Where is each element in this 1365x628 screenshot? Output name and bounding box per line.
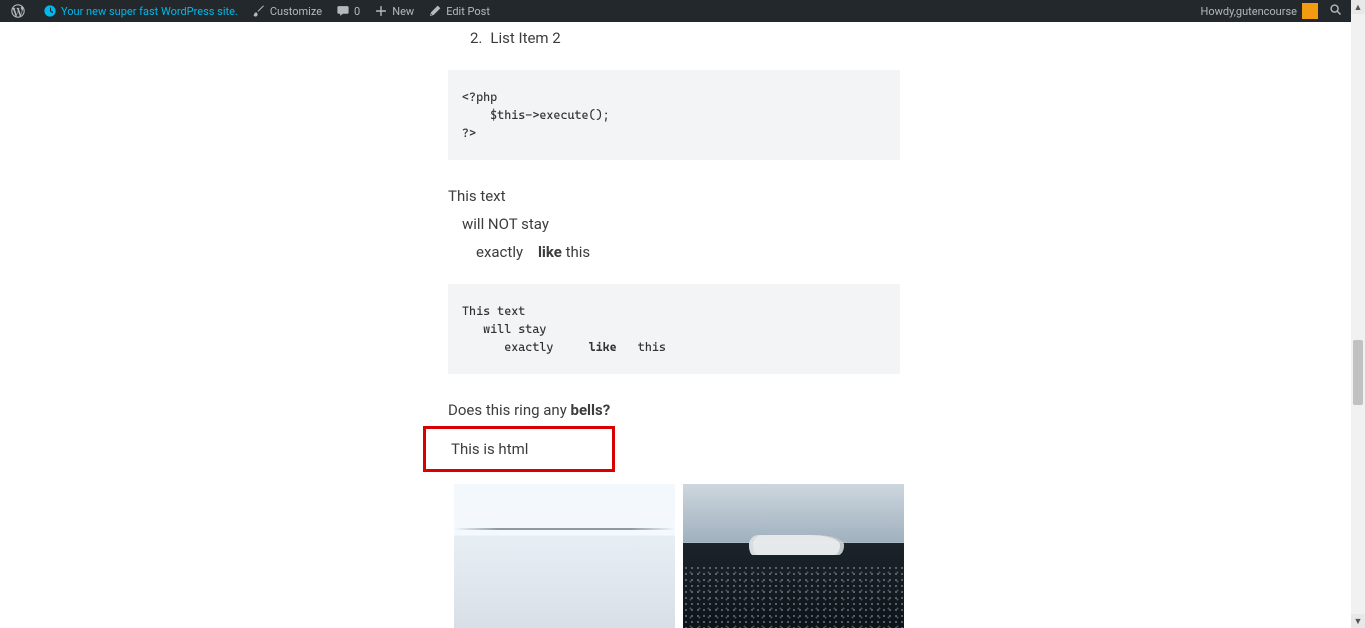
wp-logo-menu[interactable] (4, 0, 36, 22)
comments-count: 0 (354, 5, 360, 18)
paintbrush-icon (252, 4, 266, 18)
does-ring-paragraph: Does this ring any bells? (448, 398, 1351, 422)
edit-post-label: Edit Post (446, 5, 490, 18)
html-block-text: This is html (451, 437, 606, 461)
code-line-bold: like (589, 340, 617, 354)
p-line-3b-bold: like (538, 243, 562, 261)
dashboard-icon (43, 4, 57, 18)
pencil-icon (428, 4, 442, 18)
scrollbar-thumb[interactable] (1353, 340, 1363, 405)
code-line: This text (462, 304, 525, 318)
gallery-image-plane-wreck[interactable] (683, 484, 904, 628)
post-content: 2. List Item 2 <?php $this->execute(); ?… (0, 22, 1351, 628)
code-block-php: <?php $this->execute(); ?> (448, 70, 900, 160)
page-scrollbar[interactable]: ▲ ▼ (1351, 0, 1365, 628)
new-content-link[interactable]: New (367, 0, 421, 22)
wordpress-logo-icon (11, 4, 25, 18)
gravel-texture (683, 565, 904, 628)
list-item-number: 2. (470, 26, 482, 50)
code-line: exactly (462, 340, 589, 354)
site-name-link[interactable]: Your new super fast WordPress site. (36, 0, 245, 22)
ring-text-b-bold: bells? (571, 401, 611, 419)
admin-bar-left: Your new super fast WordPress site. Cust… (4, 0, 1194, 22)
site-name-text: Your new super fast WordPress site. (61, 5, 238, 18)
code-line: <?php (462, 90, 497, 104)
search-button[interactable] (1325, 0, 1347, 22)
account-link[interactable]: Howdy, gutencourse (1194, 0, 1325, 22)
ring-text-a: Does this ring any (448, 401, 571, 419)
customize-label: Customize (270, 5, 322, 18)
edit-post-link[interactable]: Edit Post (421, 0, 497, 22)
avatar (1302, 3, 1318, 19)
p-line-3a: exactly (476, 243, 523, 261)
code-line: ?> (462, 126, 476, 140)
paragraph-wrapping-demo: This text will NOT stay exactly like thi… (448, 184, 1351, 264)
code-line: $this->execute(); (462, 108, 610, 122)
p-line-2: will NOT stay (462, 212, 1351, 236)
list-item-label: List Item 2 (490, 26, 560, 50)
html-block-highlighted: This is html (423, 426, 615, 472)
scroll-down-arrow-icon[interactable]: ▼ (1351, 614, 1365, 628)
wp-admin-bar: Your new super fast WordPress site. Cust… (0, 0, 1351, 22)
admin-bar-right: Howdy, gutencourse (1194, 0, 1347, 22)
entry-content: 2. List Item 2 <?php $this->execute(); ?… (448, 26, 1351, 628)
code-line: this (617, 340, 666, 354)
comments-link[interactable]: 0 (329, 0, 367, 22)
p-line-3: exactly like this (476, 240, 1351, 264)
customize-link[interactable]: Customize (245, 0, 329, 22)
ordered-list-item: 2. List Item 2 (448, 26, 1351, 50)
username: gutencourse (1236, 5, 1297, 18)
howdy-prefix: Howdy, (1201, 5, 1236, 18)
p-line-1: This text (448, 184, 1351, 208)
scroll-up-arrow-icon[interactable]: ▲ (1351, 0, 1365, 14)
p-line-3c: this (562, 243, 590, 261)
new-label: New (392, 5, 414, 18)
search-icon (1329, 3, 1343, 20)
comment-icon (336, 4, 350, 18)
image-gallery (454, 484, 909, 628)
code-line: will stay (462, 322, 546, 336)
code-block-preformat: This text will stay exactly like this (448, 284, 900, 374)
plus-icon (374, 4, 388, 18)
gallery-image-icy-road[interactable] (454, 484, 675, 628)
